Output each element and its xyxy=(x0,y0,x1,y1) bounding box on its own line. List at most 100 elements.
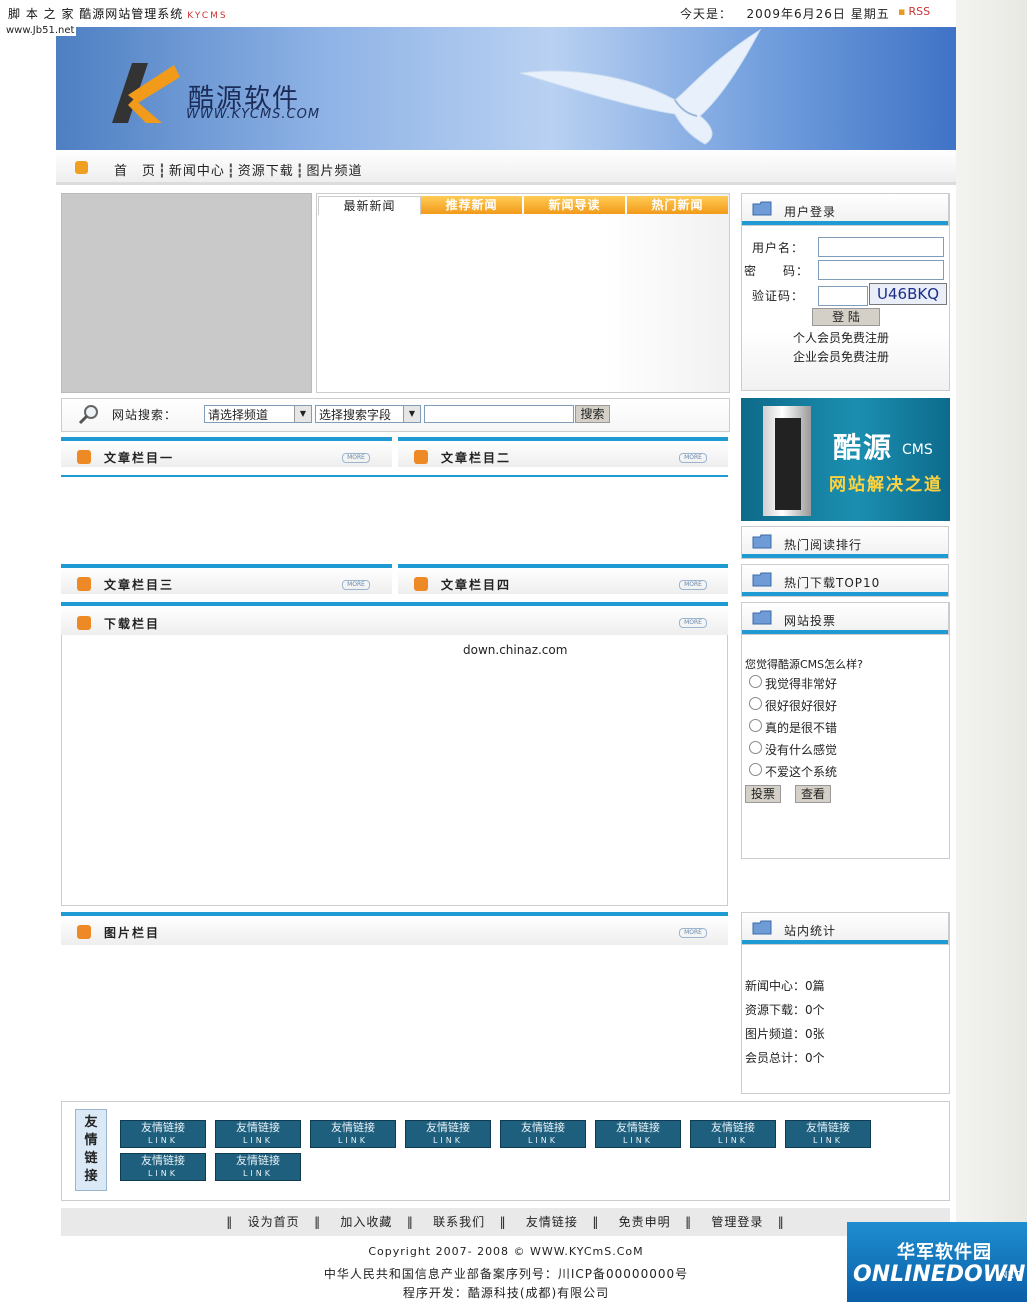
register-company-link[interactable]: 企业会员免费注册 xyxy=(793,348,889,365)
friend-link-sub: LINK xyxy=(812,1136,844,1145)
more-link[interactable]: MORE xyxy=(679,618,707,628)
captcha-label: 验证码： xyxy=(752,289,805,303)
footer-link-admin[interactable]: 管理登录 xyxy=(711,1215,763,1229)
field-select-value: 选择搜索字段 xyxy=(319,408,392,422)
friend-link-text: 友情链接 xyxy=(236,1154,280,1167)
bird-image xyxy=(519,28,762,145)
nav-bullet-icon xyxy=(75,161,88,174)
friend-label-char: 友 xyxy=(84,1115,98,1130)
picture-title: 图片栏目 xyxy=(104,926,161,940)
vote-header xyxy=(741,602,949,635)
server-door-image xyxy=(775,418,801,510)
view-results-button[interactable]: 查看 xyxy=(795,785,831,803)
vote-button[interactable]: 投票 xyxy=(745,785,781,803)
username-field[interactable] xyxy=(818,237,944,257)
vote-radio[interactable] xyxy=(749,719,762,732)
copyright-text: Copyright 2007- 2008 © WWW.KYCmS.CoM xyxy=(368,1245,644,1258)
captcha-image: U46BKQ xyxy=(869,283,947,305)
dropdown-arrow-icon: ▼ xyxy=(294,406,311,422)
tab-hot-news[interactable]: 热门新闻 xyxy=(627,196,728,214)
cms-ad-banner[interactable]: 酷源 CMS 网站解决之道 xyxy=(741,398,950,521)
site-brand: KYCMS xyxy=(187,11,228,21)
login-header xyxy=(741,193,949,226)
more-link[interactable]: MORE xyxy=(679,453,707,463)
ad-slogan: 网站解决之道 xyxy=(829,475,943,495)
footer-link-friends[interactable]: 友情链接 xyxy=(526,1215,578,1229)
download-item-link[interactable]: down.chinaz.com xyxy=(463,643,567,657)
more-link[interactable]: MORE xyxy=(679,928,707,938)
more-link[interactable]: MORE xyxy=(342,453,370,463)
friend-label-char: 接 xyxy=(84,1169,98,1184)
folder-icon xyxy=(752,534,772,549)
friend-link-button[interactable]: 友情链接 LINK xyxy=(120,1153,206,1181)
footer-link-favorite[interactable]: 加入收藏 xyxy=(340,1215,392,1229)
kycms-logo-icon xyxy=(112,63,180,123)
vote-option: 很好很好很好 xyxy=(765,699,838,713)
tab-recommended-news[interactable]: 推荐新闻 xyxy=(421,196,522,214)
friend-link-button[interactable]: 友情链接 LINK xyxy=(595,1120,681,1148)
nav-item-downloads[interactable]: 资源下载 xyxy=(238,164,294,179)
footer-link-contact[interactable]: 联系我们 xyxy=(433,1215,485,1229)
password-field[interactable] xyxy=(818,260,944,280)
more-link[interactable]: MORE xyxy=(679,580,707,590)
footer-link-homepage[interactable]: 设为首页 xyxy=(248,1215,300,1229)
vote-radio[interactable] xyxy=(749,697,762,710)
search-button[interactable]: 搜索 xyxy=(575,405,610,423)
register-personal-link[interactable]: 个人会员免费注册 xyxy=(793,329,889,346)
column-title-2: 文章栏目二 xyxy=(441,451,512,465)
channel-select[interactable]: 请选择频道 ▼ xyxy=(204,405,312,423)
stats-header xyxy=(741,912,949,945)
captcha-field[interactable] xyxy=(818,286,868,306)
friend-link-button[interactable]: 友情链接 LINK xyxy=(215,1153,301,1181)
vote-option: 真的是很不错 xyxy=(765,721,838,735)
friend-link-button[interactable]: 友情链接 LINK xyxy=(120,1120,206,1148)
date-display: 今天是： 2009年6月26日 星期五 xyxy=(680,5,890,22)
field-select[interactable]: 选择搜索字段 ▼ xyxy=(315,405,421,423)
footer-sep: ‖ xyxy=(592,1215,600,1229)
tab-latest-news[interactable]: 最新新闻 xyxy=(318,196,421,215)
date-value: 2009年6月26日 星期五 xyxy=(746,7,890,21)
download-section xyxy=(61,602,728,906)
friend-link-button[interactable]: 友情链接 LINK xyxy=(500,1120,586,1148)
download-title: 下载栏目 xyxy=(104,617,161,631)
friend-link-sub: LINK xyxy=(147,1169,179,1178)
nav-item-home[interactable]: 首 页 xyxy=(114,164,156,179)
friend-link-button[interactable]: 友情链接 LINK xyxy=(690,1120,776,1148)
tab-news-guide[interactable]: 新闻导读 xyxy=(524,196,625,214)
download-header xyxy=(61,602,728,635)
nav-item-pictures[interactable]: 图片频道 xyxy=(307,164,363,179)
more-link[interactable]: MORE xyxy=(342,580,370,590)
friend-link-button[interactable]: 友情链接 LINK xyxy=(310,1120,396,1148)
vote-radio[interactable] xyxy=(749,763,762,776)
nav-separator: ┇ xyxy=(226,164,236,179)
friend-links-label: 友 情 链 接 xyxy=(75,1109,107,1191)
onlinedown-cn: 华军软件园 xyxy=(897,1242,992,1263)
rss-link[interactable]: RSS xyxy=(898,5,930,18)
footer-sep: ‖ xyxy=(499,1215,507,1229)
ad-title: 酷源 xyxy=(833,431,894,464)
date-label: 今天是： xyxy=(680,7,733,21)
friend-link-button[interactable]: 友情链接 LINK xyxy=(785,1120,871,1148)
footer-sep: ‖ xyxy=(685,1215,693,1229)
vote-radio[interactable] xyxy=(749,675,762,688)
vote-radio[interactable] xyxy=(749,741,762,754)
search-input[interactable] xyxy=(424,405,574,423)
ad-suffix: CMS xyxy=(902,442,933,458)
friend-link-button[interactable]: 友情链接 LINK xyxy=(215,1120,301,1148)
nav-item-news[interactable]: 新闻中心 xyxy=(169,164,225,179)
column-title-3: 文章栏目三 xyxy=(104,578,175,592)
friend-link-button[interactable]: 友情链接 LINK xyxy=(405,1120,491,1148)
footer-link-disclaimer[interactable]: 免责申明 xyxy=(619,1215,671,1229)
developer-text: 程序开发：酷源科技(成都)有限公司 xyxy=(402,1286,610,1300)
site-name: 脚 本 之 家 酷源网站管理系统 xyxy=(8,7,184,21)
onlinedown-suffix: .NET xyxy=(997,1270,1021,1281)
friend-label-char: 情 xyxy=(84,1133,98,1148)
friend-link-text: 友情链接 xyxy=(141,1121,185,1134)
rss-icon xyxy=(77,616,91,630)
watermark-text: www.Jb51.net xyxy=(4,25,77,36)
nav-separator: ┇ xyxy=(295,164,305,179)
friend-link-sub: LINK xyxy=(527,1136,559,1145)
friend-link-text: 友情链接 xyxy=(426,1121,470,1134)
login-button[interactable]: 登 陆 xyxy=(812,308,880,326)
rss-icon xyxy=(77,577,91,591)
